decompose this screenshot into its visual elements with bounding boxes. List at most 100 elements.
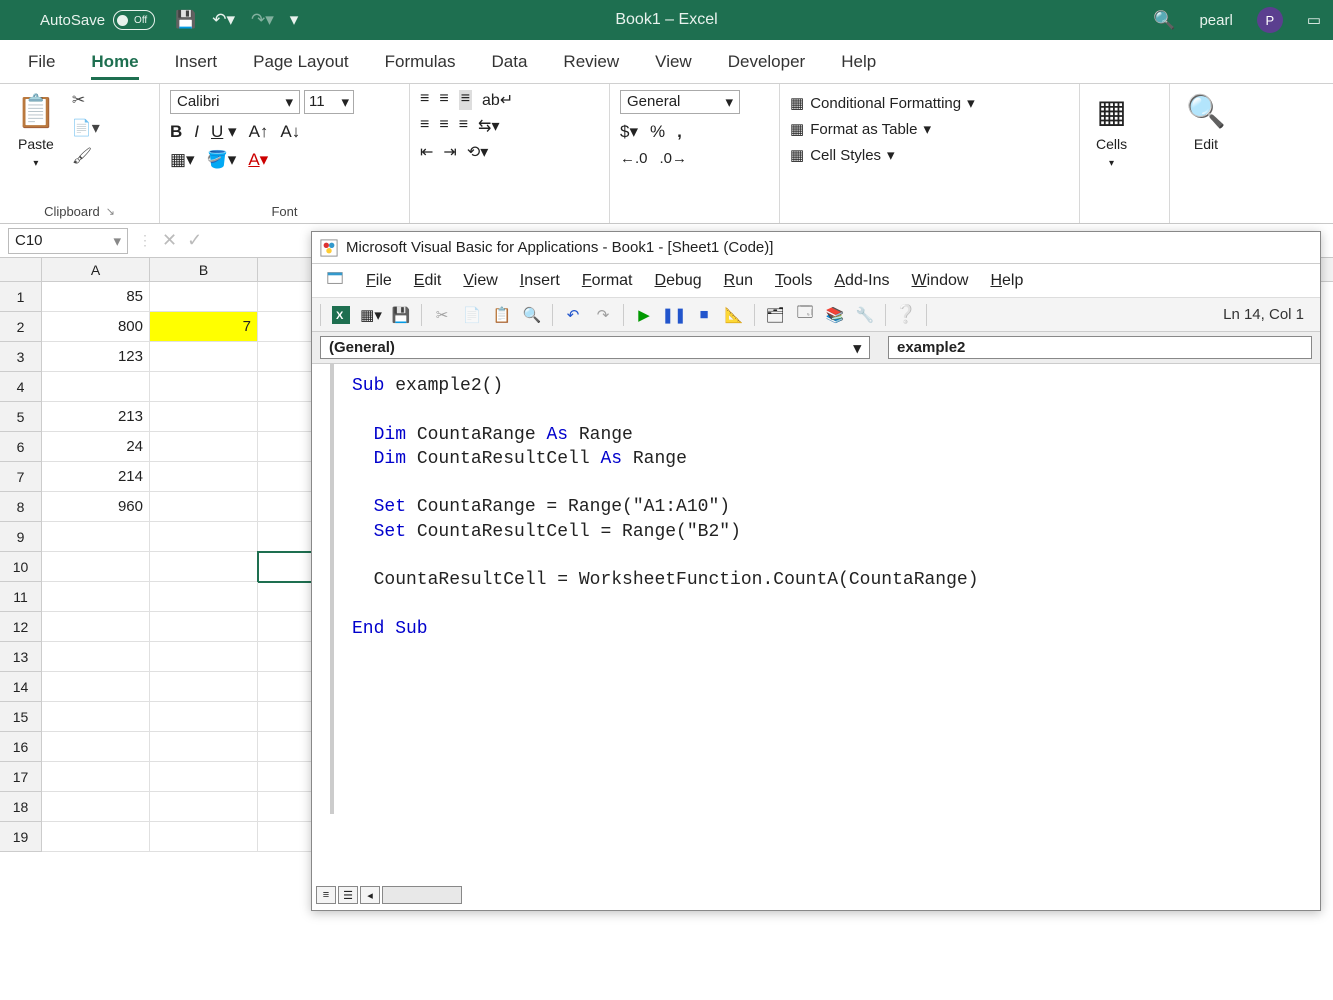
cell[interactable] xyxy=(258,462,318,492)
cell[interactable] xyxy=(150,732,258,762)
vba-menu-format[interactable]: Format xyxy=(582,272,633,290)
increase-indent-icon[interactable]: ⇥ xyxy=(443,142,456,162)
wrap-text-icon[interactable]: ab↵ xyxy=(482,90,513,110)
cell[interactable] xyxy=(150,342,258,372)
cell[interactable] xyxy=(258,732,318,762)
fill-color-icon[interactable]: 🪣▾ xyxy=(207,150,237,170)
font-name-select[interactable]: Calibri▾ xyxy=(170,90,300,114)
enter-icon[interactable]: ✓ xyxy=(187,230,202,251)
cell[interactable] xyxy=(42,672,150,702)
customize-qat-icon[interactable]: ▾ xyxy=(290,10,299,30)
cell[interactable] xyxy=(150,372,258,402)
bold-button[interactable]: B xyxy=(170,122,182,142)
autosave-toggle[interactable]: AutoSave Off xyxy=(40,10,155,30)
vba-menu-insert[interactable]: Insert xyxy=(520,272,560,290)
font-color-icon[interactable]: A▾ xyxy=(248,150,268,170)
launcher-icon[interactable]: ↘ xyxy=(106,205,115,218)
row-head[interactable]: 9 xyxy=(0,522,42,552)
row-head[interactable]: 7 xyxy=(0,462,42,492)
row-head[interactable]: 4 xyxy=(0,372,42,402)
row-head[interactable]: 19 xyxy=(0,822,42,852)
comma-icon[interactable]: , xyxy=(677,122,682,142)
decrease-indent-icon[interactable]: ⇤ xyxy=(420,142,433,162)
tab-file[interactable]: File xyxy=(28,44,55,80)
row-head[interactable]: 18 xyxy=(0,792,42,822)
borders-icon[interactable]: ▦▾ xyxy=(170,150,195,170)
cell[interactable] xyxy=(150,282,258,312)
full-module-view-icon[interactable]: ☰ xyxy=(338,886,358,904)
vba-menu-run[interactable]: Run xyxy=(724,272,753,290)
align-left-icon[interactable]: ≡ xyxy=(420,116,429,136)
cell[interactable]: 7 xyxy=(150,312,258,342)
row-head[interactable]: 8 xyxy=(0,492,42,522)
tab-developer[interactable]: Developer xyxy=(728,44,806,80)
cell[interactable] xyxy=(258,432,318,462)
cell[interactable]: 213 xyxy=(42,402,150,432)
name-box[interactable]: C10▾ xyxy=(8,228,128,254)
row-head[interactable]: 6 xyxy=(0,432,42,462)
paste-button[interactable]: 📋 Paste ▾ xyxy=(10,90,62,171)
object-combo[interactable]: (General)▾ xyxy=(320,336,870,359)
cell[interactable] xyxy=(258,762,318,792)
row-head[interactable]: 1 xyxy=(0,282,42,312)
cell[interactable] xyxy=(258,612,318,642)
cell[interactable] xyxy=(42,552,150,582)
cell[interactable] xyxy=(258,792,318,822)
undo-icon[interactable]: ↶▾ xyxy=(212,10,235,30)
tab-review[interactable]: Review xyxy=(563,44,619,80)
avatar[interactable]: P xyxy=(1257,7,1283,33)
cell[interactable] xyxy=(150,762,258,792)
cell[interactable]: 85 xyxy=(42,282,150,312)
paste-icon[interactable]: 📋 xyxy=(492,305,512,325)
vba-menu-window[interactable]: Window xyxy=(912,272,969,290)
vba-menu-file[interactable]: File xyxy=(366,272,392,290)
cancel-icon[interactable]: ✕ xyxy=(162,230,177,251)
vba-menu-edit[interactable]: Edit xyxy=(414,272,442,290)
cell[interactable] xyxy=(150,672,258,702)
cell[interactable] xyxy=(150,402,258,432)
tab-view[interactable]: View xyxy=(655,44,692,80)
row-head[interactable]: 12 xyxy=(0,612,42,642)
insert-module-icon[interactable]: ▦▾ xyxy=(361,305,381,325)
find-icon[interactable]: 🔍 xyxy=(522,305,542,325)
project-explorer-icon[interactable]: 🗂 xyxy=(765,305,785,325)
cells-button[interactable]: ▦Cells▾ xyxy=(1090,90,1133,171)
cell[interactable] xyxy=(42,372,150,402)
vba-menu-view[interactable]: View xyxy=(463,272,497,290)
tab-home[interactable]: Home xyxy=(91,44,138,80)
cell[interactable] xyxy=(258,522,318,552)
align-top-icon[interactable]: ≡ xyxy=(420,90,429,110)
search-icon[interactable]: 🔍 xyxy=(1153,10,1175,31)
cell[interactable]: 800 xyxy=(42,312,150,342)
cell[interactable] xyxy=(258,672,318,702)
decrease-font-icon[interactable]: A↓ xyxy=(280,122,300,142)
ribbon-display-icon[interactable]: ▭ xyxy=(1307,11,1321,29)
properties-icon[interactable]: 🗔 xyxy=(795,305,815,325)
cell[interactable] xyxy=(150,462,258,492)
cell[interactable] xyxy=(258,822,318,852)
redo-icon[interactable]: ↷ xyxy=(593,305,613,325)
scroll-left-icon[interactable]: ◂ xyxy=(360,886,380,904)
vba-editor-window[interactable]: Microsoft Visual Basic for Applications … xyxy=(311,231,1321,911)
percent-icon[interactable]: % xyxy=(650,122,665,142)
copy-icon[interactable]: 📄▾ xyxy=(72,118,100,138)
select-all-corner[interactable] xyxy=(0,258,42,281)
cell[interactable] xyxy=(42,822,150,852)
hscroll-thumb[interactable] xyxy=(382,886,462,904)
tab-page-layout[interactable]: Page Layout xyxy=(253,44,348,80)
reset-icon[interactable]: ■ xyxy=(694,305,714,325)
row-head[interactable]: 15 xyxy=(0,702,42,732)
cell[interactable] xyxy=(42,762,150,792)
cell[interactable] xyxy=(150,492,258,522)
currency-icon[interactable]: $▾ xyxy=(620,122,638,142)
vba-menu-help[interactable]: Help xyxy=(990,272,1023,290)
cell[interactable] xyxy=(42,522,150,552)
format-painter-icon[interactable]: 🖌 xyxy=(72,146,100,166)
row-head[interactable]: 14 xyxy=(0,672,42,702)
cell[interactable] xyxy=(42,732,150,762)
increase-font-icon[interactable]: A↑ xyxy=(249,122,269,142)
cell[interactable] xyxy=(150,702,258,732)
cut-icon[interactable]: ✂ xyxy=(72,90,100,110)
copy-icon[interactable]: 📄 xyxy=(462,305,482,325)
cell[interactable] xyxy=(42,642,150,672)
